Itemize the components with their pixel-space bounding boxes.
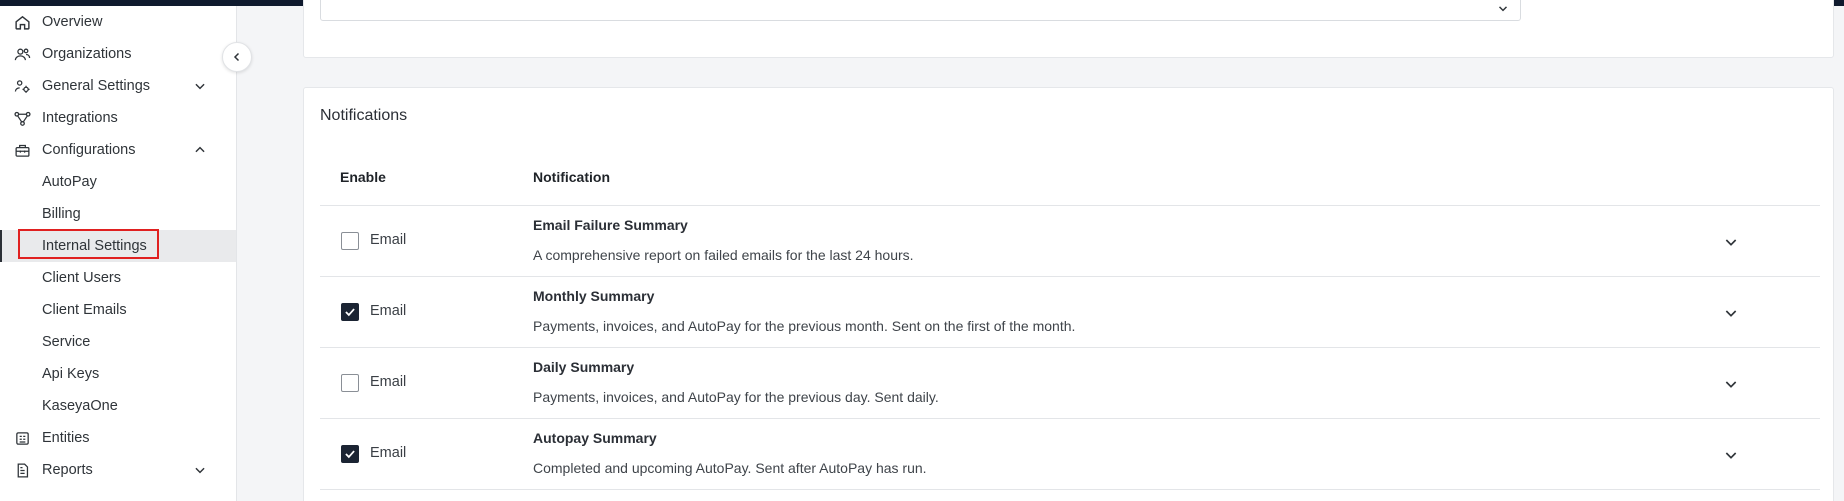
sidebar-item-entities[interactable]: Entities bbox=[0, 424, 236, 452]
settings-card bbox=[303, 0, 1834, 58]
check-icon bbox=[345, 450, 355, 459]
sidebar-item-label: Overview bbox=[42, 14, 103, 30]
sidebar-item-label: Client Emails bbox=[42, 302, 127, 318]
sidebar-item-service[interactable]: Service bbox=[0, 328, 236, 356]
sidebar: Overview Organizations General Settings … bbox=[0, 6, 237, 501]
chevron-down-icon[interactable] bbox=[1721, 232, 1741, 252]
column-header-enable: Enable bbox=[340, 169, 386, 185]
sidebar-item-label: Api Keys bbox=[42, 366, 100, 382]
sidebar-item-label: Organizations bbox=[42, 46, 132, 62]
email-checkbox[interactable] bbox=[341, 445, 359, 463]
notification-description: Payments, invoices, and AutoPay for the … bbox=[533, 389, 939, 405]
active-indicator bbox=[0, 230, 2, 262]
chevron-left-icon bbox=[233, 52, 240, 62]
notification-title: Monthly Summary bbox=[533, 288, 655, 304]
notification-title: Daily Summary bbox=[533, 359, 635, 375]
sidebar-item-label: Billing bbox=[42, 206, 81, 222]
column-header-notification: Notification bbox=[533, 169, 610, 185]
sidebar-item-label: Internal Settings bbox=[42, 238, 147, 254]
sidebar-item-integrations[interactable]: Integrations bbox=[0, 104, 236, 132]
chevron-down-icon[interactable] bbox=[1721, 445, 1741, 465]
notifications-card: Notifications Enable Notification Email … bbox=[303, 87, 1834, 501]
sidebar-item-label: Client Users bbox=[42, 270, 121, 286]
notification-title: Email Failure Summary bbox=[533, 217, 688, 233]
chevron-down-icon bbox=[193, 463, 207, 477]
sidebar-item-label: General Settings bbox=[42, 78, 151, 94]
collapse-sidebar-button[interactable] bbox=[222, 42, 252, 72]
sidebar-item-overview[interactable]: Overview bbox=[0, 8, 236, 36]
table-row: Email Daily Summary Payments, invoices, … bbox=[320, 347, 1820, 418]
checkbox-label: Email bbox=[370, 374, 407, 390]
sidebar-item-organizations[interactable]: Organizations bbox=[0, 40, 236, 68]
email-checkbox[interactable] bbox=[341, 232, 359, 250]
table-row-divider bbox=[320, 489, 1820, 491]
sidebar-item-configurations[interactable]: Configurations bbox=[0, 136, 236, 164]
select-field[interactable] bbox=[320, 0, 1521, 21]
sidebar-item-label: Entities bbox=[42, 430, 90, 446]
people-settings-icon bbox=[14, 78, 31, 95]
check-icon bbox=[345, 308, 355, 317]
table-row: Email Monthly Summary Payments, invoices… bbox=[320, 276, 1820, 347]
sidebar-item-general-settings[interactable]: General Settings bbox=[0, 72, 236, 100]
checkbox-label: Email bbox=[370, 232, 407, 248]
chevron-updown-icon bbox=[1496, 1, 1510, 15]
sidebar-item-label: Service bbox=[42, 334, 91, 350]
sidebar-item-kaseyaone[interactable]: KaseyaOne bbox=[0, 392, 236, 420]
sidebar-item-label: Reports bbox=[42, 462, 93, 478]
sidebar-item-label: KaseyaOne bbox=[42, 398, 118, 414]
sidebar-item-billing[interactable]: Billing bbox=[0, 200, 236, 228]
notification-description: Completed and upcoming AutoPay. Sent aft… bbox=[533, 460, 927, 476]
sidebar-item-client-users[interactable]: Client Users bbox=[0, 264, 236, 292]
sidebar-item-autopay[interactable]: AutoPay bbox=[0, 168, 236, 196]
table-row: Email Autopay Summary Completed and upco… bbox=[320, 418, 1820, 489]
sidebar-item-reports[interactable]: Reports bbox=[0, 456, 236, 484]
notification-description: A comprehensive report on failed emails … bbox=[533, 247, 914, 263]
home-icon bbox=[14, 14, 31, 31]
sidebar-item-client-emails[interactable]: Client Emails bbox=[0, 296, 236, 324]
sidebar-item-label: Integrations bbox=[42, 110, 118, 126]
notification-description: Payments, invoices, and AutoPay for the … bbox=[533, 318, 1076, 334]
chevron-up-icon bbox=[193, 143, 207, 157]
checkbox-label: Email bbox=[370, 445, 407, 461]
email-checkbox[interactable] bbox=[341, 303, 359, 321]
table-row: Email Email Failure Summary A comprehens… bbox=[320, 205, 1820, 276]
integrations-icon bbox=[14, 110, 31, 127]
notification-title: Autopay Summary bbox=[533, 430, 657, 446]
card-title: Notifications bbox=[320, 107, 408, 124]
sidebar-item-api-keys[interactable]: Api Keys bbox=[0, 360, 236, 388]
email-checkbox[interactable] bbox=[341, 374, 359, 392]
users-icon bbox=[14, 46, 31, 63]
sidebar-item-label: AutoPay bbox=[42, 174, 97, 190]
report-icon bbox=[14, 462, 31, 479]
sidebar-item-label: Configurations bbox=[42, 142, 136, 158]
chevron-down-icon[interactable] bbox=[1721, 374, 1741, 394]
entities-icon bbox=[14, 430, 31, 447]
chevron-down-icon bbox=[193, 79, 207, 93]
chevron-down-icon[interactable] bbox=[1721, 303, 1741, 323]
sidebar-item-internal-settings[interactable]: Internal Settings bbox=[0, 229, 236, 262]
toolbox-icon bbox=[14, 142, 31, 159]
checkbox-label: Email bbox=[370, 303, 407, 319]
